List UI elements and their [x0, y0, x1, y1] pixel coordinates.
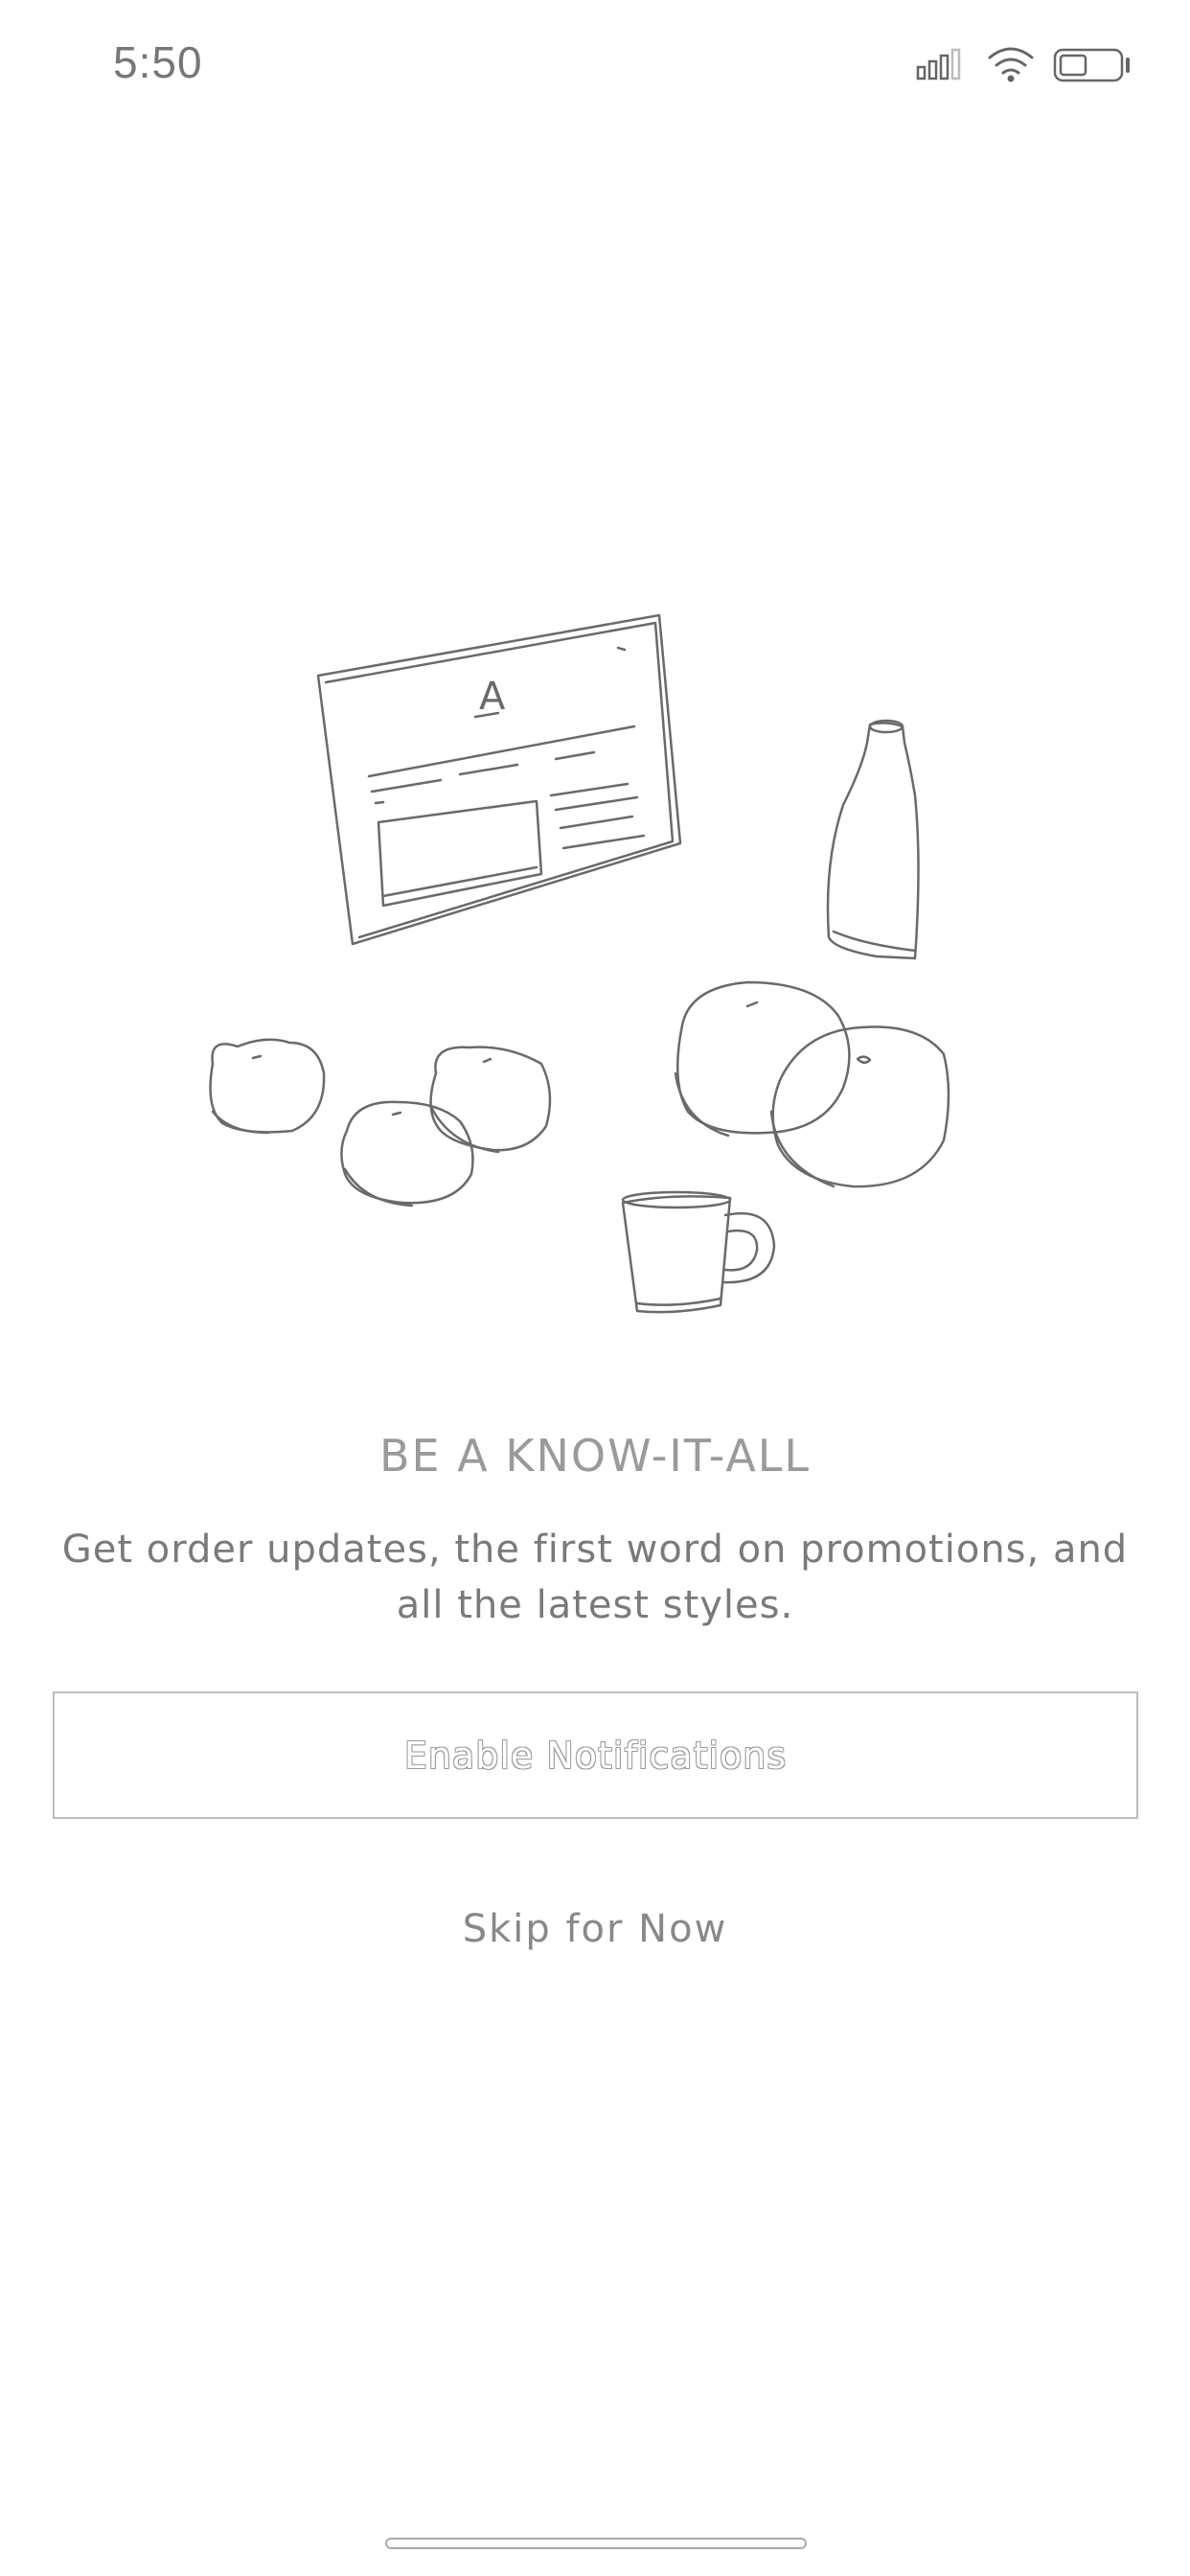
status-bar: 5:50: [0, 0, 1190, 134]
battery-icon: [1053, 48, 1130, 82]
status-time: 5:50: [113, 37, 203, 87]
sketch-illustration: A: [0, 594, 1190, 1342]
signal-icon: [916, 48, 961, 80]
skip-for-now-button[interactable]: Skip for Now: [0, 1907, 1190, 1951]
oranges-right-sketch: [674, 980, 950, 1188]
mug-sketch: [621, 1190, 776, 1314]
tablet-sketch: A: [316, 613, 682, 946]
enable-notifications-button[interactable]: Enable Notifications: [53, 1691, 1138, 1819]
notifications-onboarding-screen: 5:50 A BE A KNOW-IT-ALL Get order update…: [0, 0, 1190, 2576]
oranges-left-sketch: [209, 1038, 552, 1208]
enable-notifications-label: Enable Notifications: [403, 1734, 788, 1777]
tablet-letter: A: [479, 675, 506, 719]
bottle-sketch: [826, 719, 920, 960]
home-indicator[interactable]: [385, 2538, 807, 2549]
status-icons: [915, 44, 1135, 86]
subtext: Get order updates, the first word on pro…: [61, 1528, 1129, 1627]
wifi-icon: [988, 47, 1034, 82]
headline: BE A KNOW-IT-ALL: [378, 1430, 812, 1482]
